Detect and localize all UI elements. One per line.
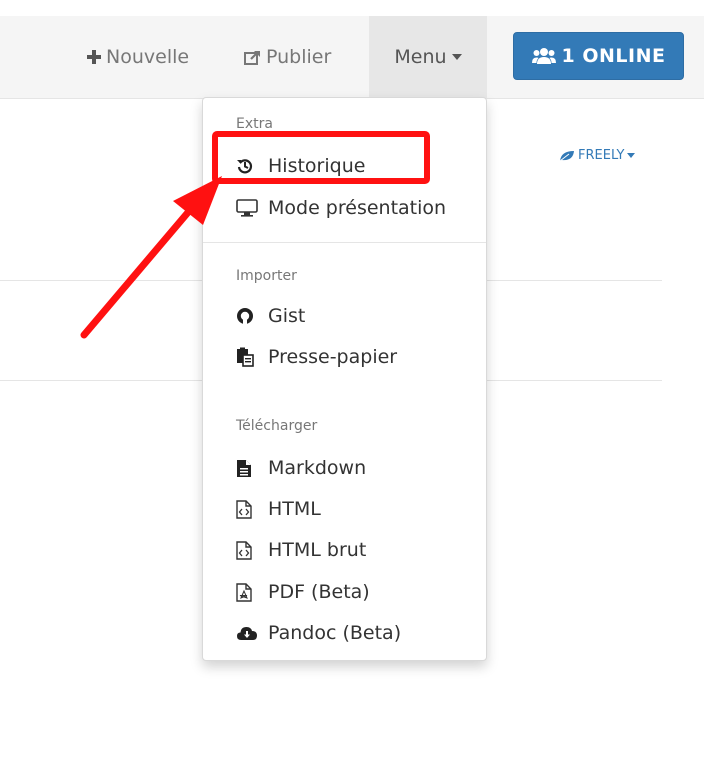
- section-header-import: Importer: [236, 268, 297, 284]
- menu-item-label: PDF (Beta): [268, 581, 370, 603]
- file-code-icon: [236, 540, 258, 560]
- menu-item-pandoc[interactable]: Pandoc (Beta): [236, 620, 401, 646]
- permission-label: FREELY: [578, 148, 625, 163]
- menu-label: Menu: [394, 46, 447, 68]
- users-icon: [531, 47, 556, 65]
- caret-down-icon: [627, 153, 636, 158]
- annotation-highlight-box: [212, 131, 430, 184]
- menu-item-markdown[interactable]: Markdown: [236, 455, 366, 481]
- file-pdf-icon: [236, 582, 258, 602]
- desktop-icon: [236, 199, 258, 217]
- cloud-download-icon: [236, 625, 258, 641]
- menu-item-label: Pandoc (Beta): [268, 622, 402, 644]
- menu-item-gist[interactable]: Gist: [236, 303, 305, 329]
- file-code-icon: [236, 499, 258, 519]
- share-icon: [244, 49, 262, 65]
- caret-down-icon: [451, 54, 462, 60]
- menu-dropdown-toggle[interactable]: Menu: [369, 16, 487, 98]
- online-users-button[interactable]: 1 ONLINE: [513, 32, 684, 80]
- menu-item-html-raw[interactable]: HTML brut: [236, 537, 366, 563]
- menu-item-presentation[interactable]: Mode présentation: [236, 195, 446, 221]
- menu-item-label: Mode présentation: [268, 197, 447, 219]
- menu-item-pdf[interactable]: PDF (Beta): [236, 579, 370, 605]
- permission-dropdown[interactable]: FREELY: [559, 148, 636, 163]
- section-header-extra: Extra: [236, 116, 273, 132]
- plus-icon: [86, 49, 102, 65]
- github-icon: [236, 307, 258, 325]
- new-note-button[interactable]: Nouvelle: [86, 16, 189, 98]
- publish-label: Publier: [266, 46, 332, 68]
- section-header-download: Télécharger: [236, 418, 318, 434]
- leaf-icon: [559, 150, 575, 162]
- file-text-icon: [236, 459, 258, 478]
- menu-item-label: Gist: [268, 305, 306, 327]
- menu-item-clipboard[interactable]: Presse-papier: [236, 344, 397, 370]
- online-count-label: 1 ONLINE: [561, 45, 666, 67]
- new-note-label: Nouvelle: [106, 46, 190, 68]
- menu-divider: [203, 242, 486, 243]
- menu-item-label: HTML: [268, 498, 321, 520]
- top-gap: [0, 0, 704, 16]
- menu-item-label: HTML brut: [268, 539, 367, 561]
- paste-icon: [236, 347, 258, 367]
- publish-button[interactable]: Publier: [244, 16, 331, 98]
- menu-item-label: Presse-papier: [268, 346, 398, 368]
- menu-item-label: Markdown: [268, 457, 367, 479]
- menu-item-html[interactable]: HTML: [236, 496, 321, 522]
